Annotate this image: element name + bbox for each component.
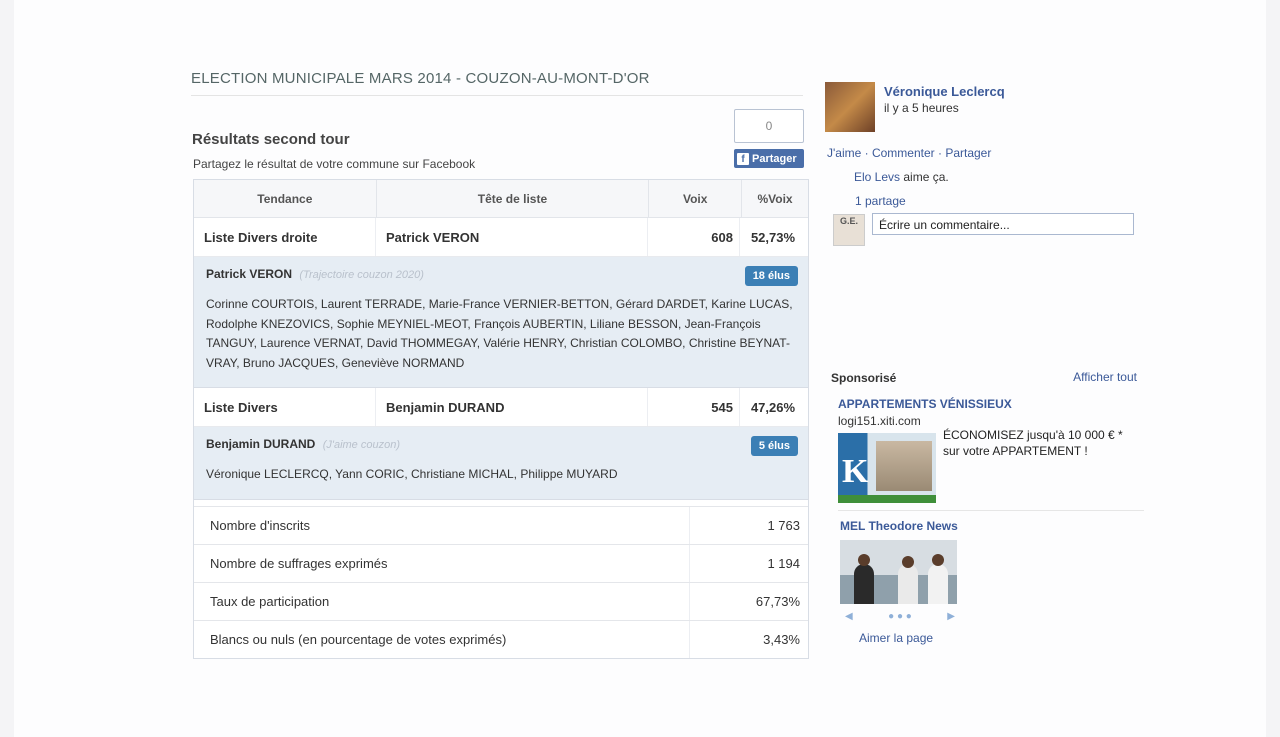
ad-text: ÉCONOMISEZ jusqu'à 10 000 € * sur votre … [943, 428, 1123, 458]
share-description: Partagez le résultat de votre commune su… [193, 157, 476, 171]
pct-voix-cell: 52,73% [750, 229, 796, 245]
see-all-link[interactable]: Afficher tout [1073, 370, 1137, 384]
person-figure [928, 564, 948, 604]
stat-value: 67,73% [755, 593, 800, 609]
tete-de-liste-cell: Benjamin DURAND [376, 388, 648, 426]
stat-value: 1 763 [767, 517, 800, 533]
stat-row: Taux de participation 67,73% [194, 581, 808, 620]
list-group-name: (Trajectoire couzon 2020) [299, 269, 424, 281]
ad-domain: logi151.xiti.com [838, 414, 921, 428]
tendance-cell: Liste Divers droite [194, 218, 376, 256]
post-actions[interactable]: J'aime · Commenter · Partager [827, 146, 991, 160]
tete-de-liste-cell: Patrick VERON [376, 218, 648, 256]
stats-table: Nombre d'inscrits 1 763 Nombre de suffra… [194, 505, 808, 658]
col-voix: Voix [649, 180, 743, 217]
elus-badge: 18 élus [744, 266, 798, 286]
leader-name: Patrick VERON [206, 267, 293, 281]
building-image [876, 441, 932, 491]
col-pct-voix: %Voix [757, 191, 793, 206]
author-avatar[interactable] [825, 82, 875, 132]
results-table: Tendance Tête de liste Voix %Voix Liste … [193, 179, 809, 659]
tendance-cell: Liste Divers [194, 388, 376, 426]
ad-image-footer [838, 495, 936, 503]
section-title: Résultats second tour [192, 131, 350, 148]
stat-row: Blancs ou nuls (en pourcentage de votes … [194, 619, 808, 658]
person-figure [854, 564, 874, 604]
share-button-label: Partager [752, 152, 797, 165]
facebook-icon: f [737, 152, 749, 165]
carousel-controls: ◀ ● ● ● ▶ [845, 611, 955, 622]
stat-row: Nombre d'inscrits 1 763 [194, 505, 808, 544]
person-head [902, 556, 914, 568]
list-detail: Patrick VERON (Trajectoire couzon 2020) … [194, 257, 808, 388]
ad-image[interactable]: K [838, 433, 936, 503]
elected-members: Corinne COURTOIS, Laurent TERRADE, Marie… [206, 297, 793, 370]
post-author-link[interactable]: Véronique Leclercq [884, 84, 1005, 99]
sponsored-title: Sponsorisé [831, 371, 897, 385]
person-figure [898, 564, 918, 604]
divider [838, 510, 1144, 511]
ad-title-link[interactable]: MEL Theodore News [840, 519, 958, 533]
leader-name: Benjamin DURAND [206, 437, 316, 451]
person-head [858, 554, 870, 566]
commenter-avatar: G.E. [833, 214, 865, 246]
ad-photo[interactable] [840, 540, 957, 604]
post-likes: Elo Levs aime ça. [854, 170, 949, 184]
facebook-share-button[interactable]: f Partager [734, 149, 804, 168]
ad-title-link[interactable]: APPARTEMENTS VÉNISSIEUX [838, 397, 1012, 411]
stat-label: Nombre d'inscrits [194, 506, 690, 544]
person-head [932, 554, 944, 566]
ad-logo-letter: K [842, 453, 869, 490]
table-header: Tendance Tête de liste Voix %Voix [194, 180, 808, 218]
post-time: il y a 5 heures [884, 101, 959, 115]
stat-label: Nombre de suffrages exprimés [194, 544, 690, 582]
like-page-link[interactable]: Aimer la page [859, 631, 933, 645]
list-detail: Benjamin DURAND (J'aime couzon) 5 élus V… [194, 427, 808, 500]
pct-voix-cell: 47,26% [750, 399, 796, 415]
stat-value: 1 194 [767, 555, 800, 571]
voix-cell: 608 [648, 218, 740, 256]
stat-label: Taux de participation [194, 582, 690, 620]
col-tendance: Tendance [194, 180, 377, 217]
carousel-prev-icon[interactable]: ◀ [845, 611, 853, 622]
page-title: ELECTION MUNICIPALE MARS 2014 - COUZON-A… [191, 70, 803, 96]
stat-value: 3,43% [763, 631, 800, 647]
elected-members: Véronique LECLERCQ, Yann CORIC, Christia… [206, 467, 618, 481]
liker-link[interactable]: Elo Levs [854, 170, 900, 184]
list-group-name: (J'aime couzon) [322, 439, 400, 451]
comment-input[interactable]: Écrire un commentaire... [872, 213, 1134, 235]
carousel-dots[interactable]: ● ● ● [888, 611, 912, 622]
share-count: 0 [734, 109, 804, 143]
elus-badge: 5 élus [750, 436, 798, 456]
list-leader: Patrick VERON (Trajectoire couzon 2020) [206, 267, 796, 281]
carousel-next-icon[interactable]: ▶ [947, 611, 955, 622]
voix-cell: 545 [648, 388, 740, 426]
likes-suffix: aime ça. [900, 170, 949, 184]
stat-label: Blancs ou nuls (en pourcentage de votes … [194, 620, 690, 658]
list-leader: Benjamin DURAND (J'aime couzon) [206, 437, 796, 451]
shares-link[interactable]: 1 partage [855, 194, 906, 208]
table-row: Liste Divers Benjamin DURAND 545 47,26% [194, 388, 808, 427]
col-tete-de-liste: Tête de liste [377, 180, 650, 217]
table-row: Liste Divers droite Patrick VERON 608 52… [194, 218, 808, 257]
stat-row: Nombre de suffrages exprimés 1 194 [194, 543, 808, 582]
